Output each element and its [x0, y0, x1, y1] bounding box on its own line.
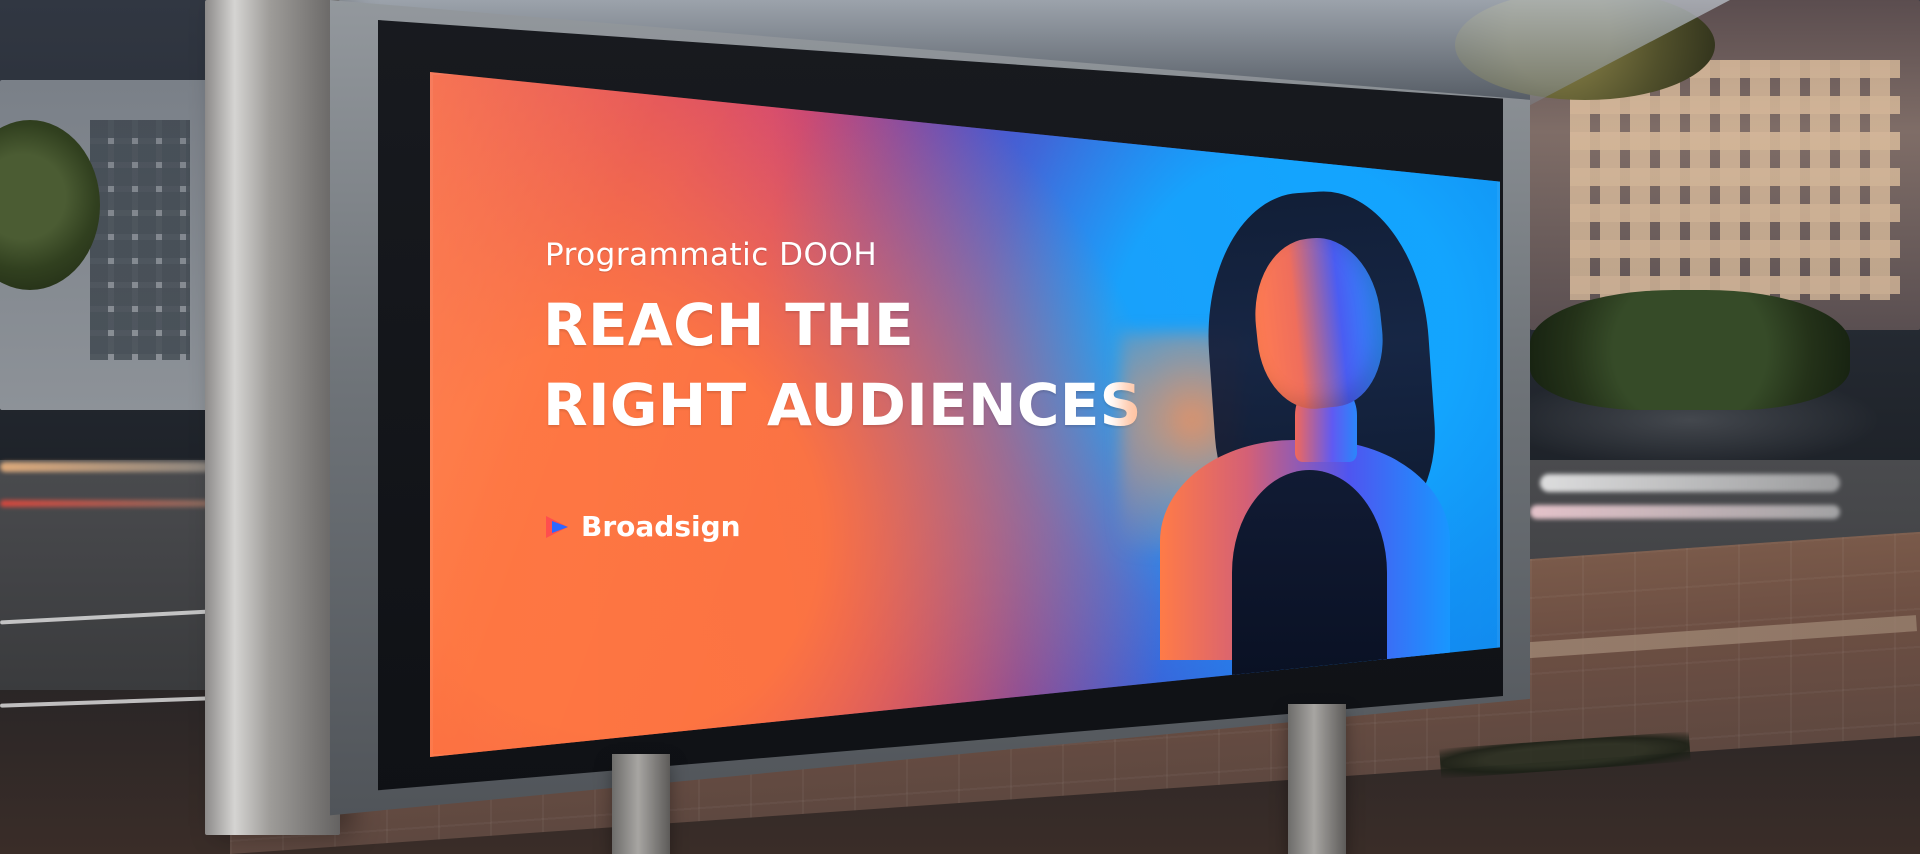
- left-light-trail-lower: [0, 500, 210, 507]
- billboard-content: Programmatic DOOH REACH THE RIGHT AUDIEN…: [430, 72, 1500, 757]
- billboard-heading-line-1: REACH THE: [543, 291, 914, 359]
- left-light-trail-upper: [0, 462, 210, 472]
- woman-tank-top: [1232, 470, 1387, 675]
- right-light-trail-upper: [1540, 474, 1840, 492]
- left-lane-marking-bottom: [0, 696, 211, 708]
- play-triangle-icon: [543, 513, 571, 541]
- digital-billboard-panel: Programmatic DOOH REACH THE RIGHT AUDIEN…: [430, 72, 1500, 757]
- left-building-windows: [90, 120, 190, 360]
- billboard-support-right: [1288, 704, 1346, 854]
- billboard-subheading: Programmatic DOOH: [545, 237, 878, 273]
- right-light-trail-lower: [1530, 505, 1840, 519]
- right-row-trees: [1530, 290, 1850, 410]
- brand-row: Broadsign: [543, 510, 741, 543]
- bus-shelter-post: [205, 0, 340, 835]
- billboard-heading: REACH THE RIGHT AUDIENCES: [543, 285, 1142, 445]
- brand-name: Broadsign: [581, 510, 741, 543]
- bus-shelter-billboard-scene: Programmatic DOOH REACH THE RIGHT AUDIEN…: [0, 0, 1920, 854]
- billboard-heading-line-2: RIGHT AUDIENCES: [543, 371, 1142, 439]
- billboard-support-left: [612, 754, 670, 854]
